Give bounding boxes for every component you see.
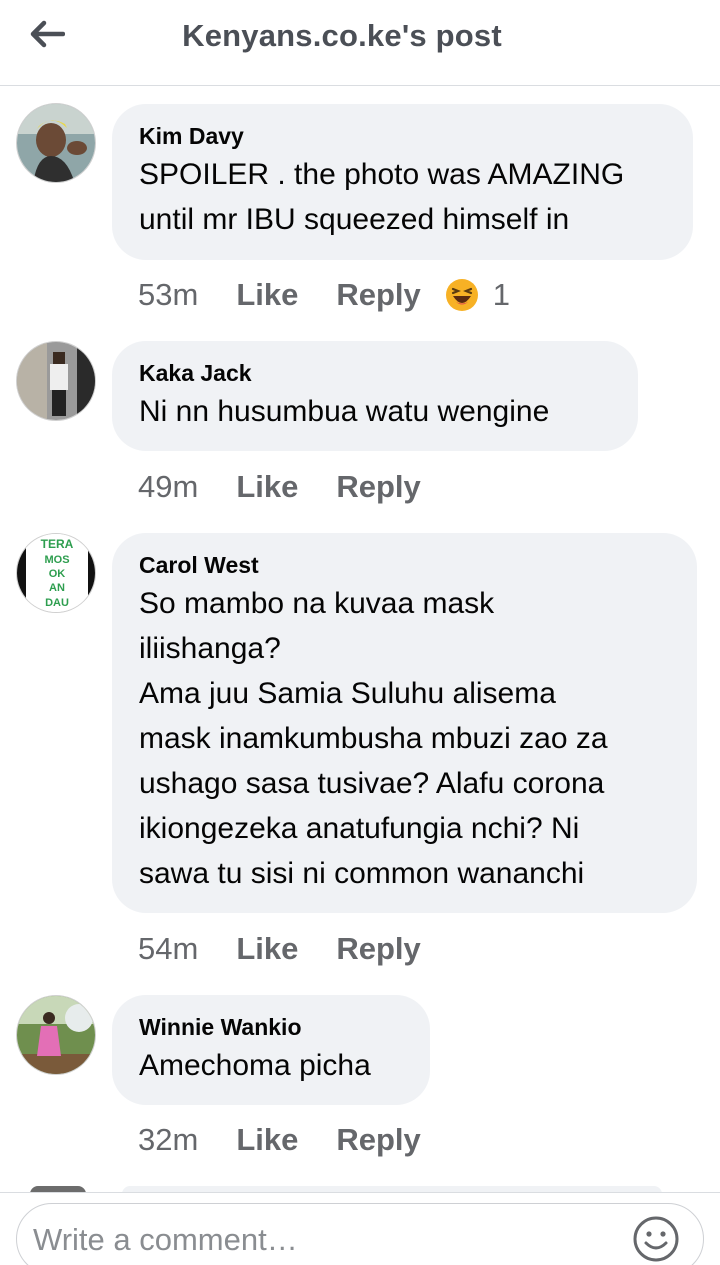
comment-bubble: Kim Davy SPOILER . the photo was AMAZING… [112, 104, 693, 260]
comment-actions: 49m Like Reply [138, 467, 459, 507]
emoji-button[interactable] [631, 1214, 681, 1264]
smiley-icon [633, 1216, 679, 1262]
comment-bubble: Winnie Wankio Amechoma picha [112, 995, 430, 1105]
comment-input[interactable]: Write a comment… [16, 1203, 704, 1265]
reply-button[interactable]: Reply [336, 1122, 420, 1158]
comment-text: Ni nn husumbua watu wengine [139, 395, 550, 428]
avatar[interactable] [16, 995, 96, 1075]
comment-bubble: Kaka Jack Ni nn husumbua watu wengine [112, 341, 638, 451]
comment-author[interactable]: Kaka Jack [139, 359, 612, 387]
comment-bubble: Carol West So mambo na kuvaa mask iliish… [112, 533, 697, 913]
comment-actions: 32m Like Reply [138, 1120, 459, 1160]
reaction-summary[interactable]: 1 [445, 277, 510, 313]
comment-time[interactable]: 32m [138, 1122, 198, 1158]
like-button[interactable]: Like [236, 931, 298, 967]
avatar-text-line: AN [49, 582, 65, 594]
comment-actions: 53m Like Reply 1 [138, 275, 510, 315]
like-button[interactable]: Like [236, 277, 298, 313]
comment-time[interactable]: 53m [138, 277, 198, 313]
laughing-emoji-icon [445, 279, 478, 311]
like-button[interactable]: Like [236, 469, 298, 505]
comment-author[interactable]: Winnie Wankio [139, 1013, 404, 1041]
avatar[interactable] [16, 103, 96, 183]
avatar-text-line: DAU [45, 597, 69, 609]
avatar-text-line: OK [49, 568, 66, 580]
comment-text: SPOILER . the photo was AMAZING until mr… [139, 158, 625, 236]
like-button[interactable]: Like [236, 1122, 298, 1158]
avatar-text-line: TERA [41, 537, 74, 551]
comment-author[interactable]: Kim Davy [139, 122, 667, 150]
avatar-text-line: MOS [44, 554, 69, 566]
comment-text: Amechoma picha [139, 1049, 371, 1082]
reply-button[interactable]: Reply [336, 469, 420, 505]
comment-actions: 54m Like Reply [138, 929, 459, 969]
reaction-count: 1 [492, 277, 511, 312]
comment-text: So mambo na kuvaa mask iliishanga? Ama j… [139, 587, 608, 890]
comment-time[interactable]: 49m [138, 469, 198, 505]
comment-time[interactable]: 54m [138, 931, 198, 967]
avatar[interactable]: TERA MOS OK AN DAU [16, 533, 96, 613]
reply-button[interactable]: Reply [336, 931, 420, 967]
comment-composer: Write a comment… [0, 1192, 720, 1265]
comment-author[interactable]: Carol West [139, 551, 671, 579]
comment-input-placeholder: Write a comment… [33, 1222, 298, 1257]
avatar[interactable] [16, 341, 96, 421]
reply-button[interactable]: Reply [336, 277, 420, 313]
top-bar: Kenyans.co.ke's post [0, 0, 720, 86]
page-title: Kenyans.co.ke's post [182, 18, 502, 53]
